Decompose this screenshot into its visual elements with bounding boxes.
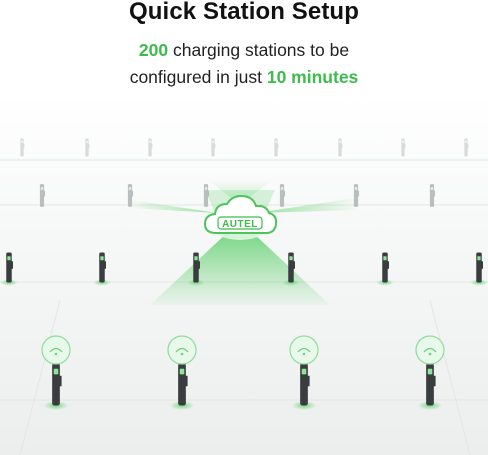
wifi-signal-icon [167, 335, 197, 365]
wifi-signal-icon [41, 335, 71, 365]
setup-duration: 10 minutes [266, 67, 359, 87]
subtitle: 200 charging stations to be configured i… [0, 37, 488, 91]
station-count: 200 [138, 40, 169, 60]
wifi-signal-icon [289, 335, 319, 365]
subtitle-line-2-text: configured in just [129, 67, 267, 87]
subtitle-line-2: configured in just 10 minutes [0, 64, 488, 91]
page-title: Quick Station Setup [129, 0, 359, 25]
subtitle-line-1: 200 charging stations to be [0, 37, 488, 64]
subtitle-line-1-text: charging stations to be [168, 40, 350, 60]
wifi-signal-icon [415, 335, 445, 365]
header: Quick Station Setup 200 charging station… [0, 0, 488, 91]
cloud-logo-text: AUTEL [222, 219, 258, 230]
